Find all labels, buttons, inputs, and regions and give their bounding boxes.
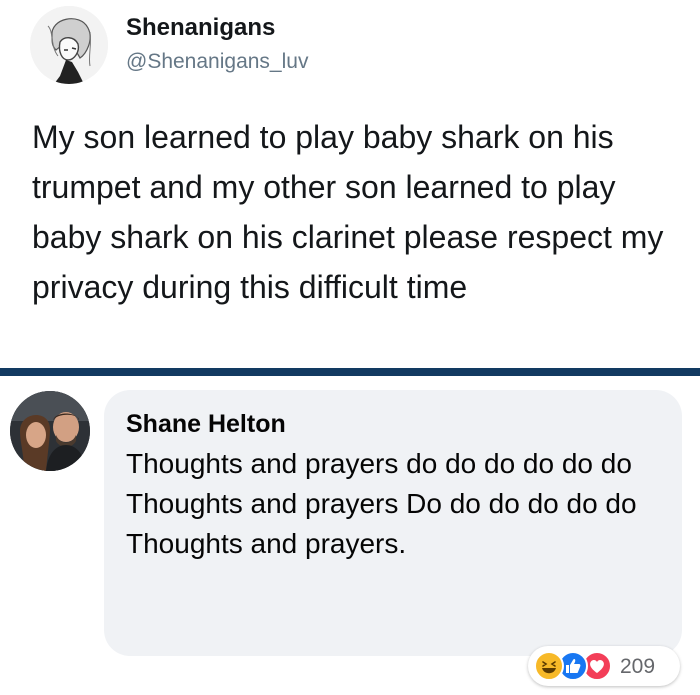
reaction-count: 209	[620, 655, 656, 678]
commenter-name[interactable]: Shane Helton	[126, 410, 286, 439]
tweet-text: My son learned to play baby shark on his…	[32, 119, 664, 305]
tweet-author-handle[interactable]: @Shenanigans_luv	[126, 50, 308, 74]
haha-icon	[534, 651, 564, 681]
tweet-avatar[interactable]	[30, 6, 108, 84]
section-divider	[0, 368, 700, 376]
comment-line: Thoughts and prayers Do do do do do do	[126, 488, 637, 519]
comment-line: Thoughts and prayers do do do do do do	[126, 448, 632, 479]
tweet-card: Shenanigans @Shenanigans_luv My son lear…	[0, 0, 700, 368]
reaction-summary[interactable]: 209	[528, 646, 680, 686]
comment-bubble: Shane Helton Thoughts and prayers do do …	[104, 390, 682, 656]
sketch-portrait-icon	[30, 6, 108, 84]
couple-selfie-icon	[10, 391, 90, 471]
comment-line: Thoughts and prayers.	[126, 528, 407, 559]
comment-text: Thoughts and prayers do do do do do do T…	[126, 444, 666, 564]
commenter-avatar[interactable]	[10, 391, 90, 471]
tweet-author-name[interactable]: Shenanigans	[126, 14, 275, 42]
facebook-comment: Shane Helton Thoughts and prayers do do …	[0, 376, 700, 695]
